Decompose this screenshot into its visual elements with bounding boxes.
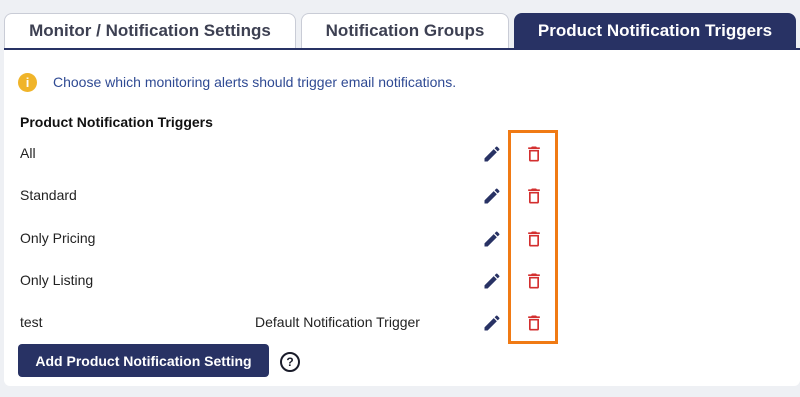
trigger-label: test [20, 314, 43, 330]
pencil-icon[interactable] [482, 144, 502, 164]
triggers-panel: i Choose which monitoring alerts should … [4, 48, 800, 386]
trash-icon[interactable] [524, 186, 544, 206]
trigger-row: test Default Notification Trigger [20, 310, 540, 336]
tab-notification-groups[interactable]: Notification Groups [301, 13, 509, 48]
add-product-notification-setting-button[interactable]: Add Product Notification Setting [18, 344, 269, 377]
trash-icon[interactable] [524, 229, 544, 249]
trash-icon[interactable] [524, 271, 544, 291]
pencil-icon[interactable] [482, 186, 502, 206]
tab-bar: Monitor / Notification Settings Notifica… [0, 0, 800, 50]
trigger-row: All [20, 141, 540, 167]
tab-monitor-notification-settings[interactable]: Monitor / Notification Settings [4, 13, 296, 48]
info-icon: i [18, 72, 37, 92]
pencil-icon[interactable] [482, 229, 502, 249]
default-label: Default Notification Trigger [255, 314, 420, 330]
trigger-label: Only Listing [20, 272, 94, 288]
help-icon[interactable]: ? [280, 352, 300, 372]
trigger-row: Only Listing [20, 268, 540, 294]
pencil-icon[interactable] [482, 313, 502, 333]
tab-product-notification-triggers[interactable]: Product Notification Triggers [514, 13, 796, 48]
trash-icon[interactable] [524, 144, 544, 164]
info-message: i Choose which monitoring alerts should … [18, 71, 456, 93]
trigger-row: Only Pricing [20, 226, 540, 252]
trigger-label: All [20, 145, 36, 161]
trigger-row: Standard [20, 183, 540, 209]
section-title: Product Notification Triggers [20, 114, 213, 130]
pencil-icon[interactable] [482, 271, 502, 291]
trigger-label: Standard [20, 187, 77, 203]
info-text: Choose which monitoring alerts should tr… [53, 74, 457, 90]
trigger-label: Only Pricing [20, 230, 96, 246]
trash-icon[interactable] [524, 313, 544, 333]
